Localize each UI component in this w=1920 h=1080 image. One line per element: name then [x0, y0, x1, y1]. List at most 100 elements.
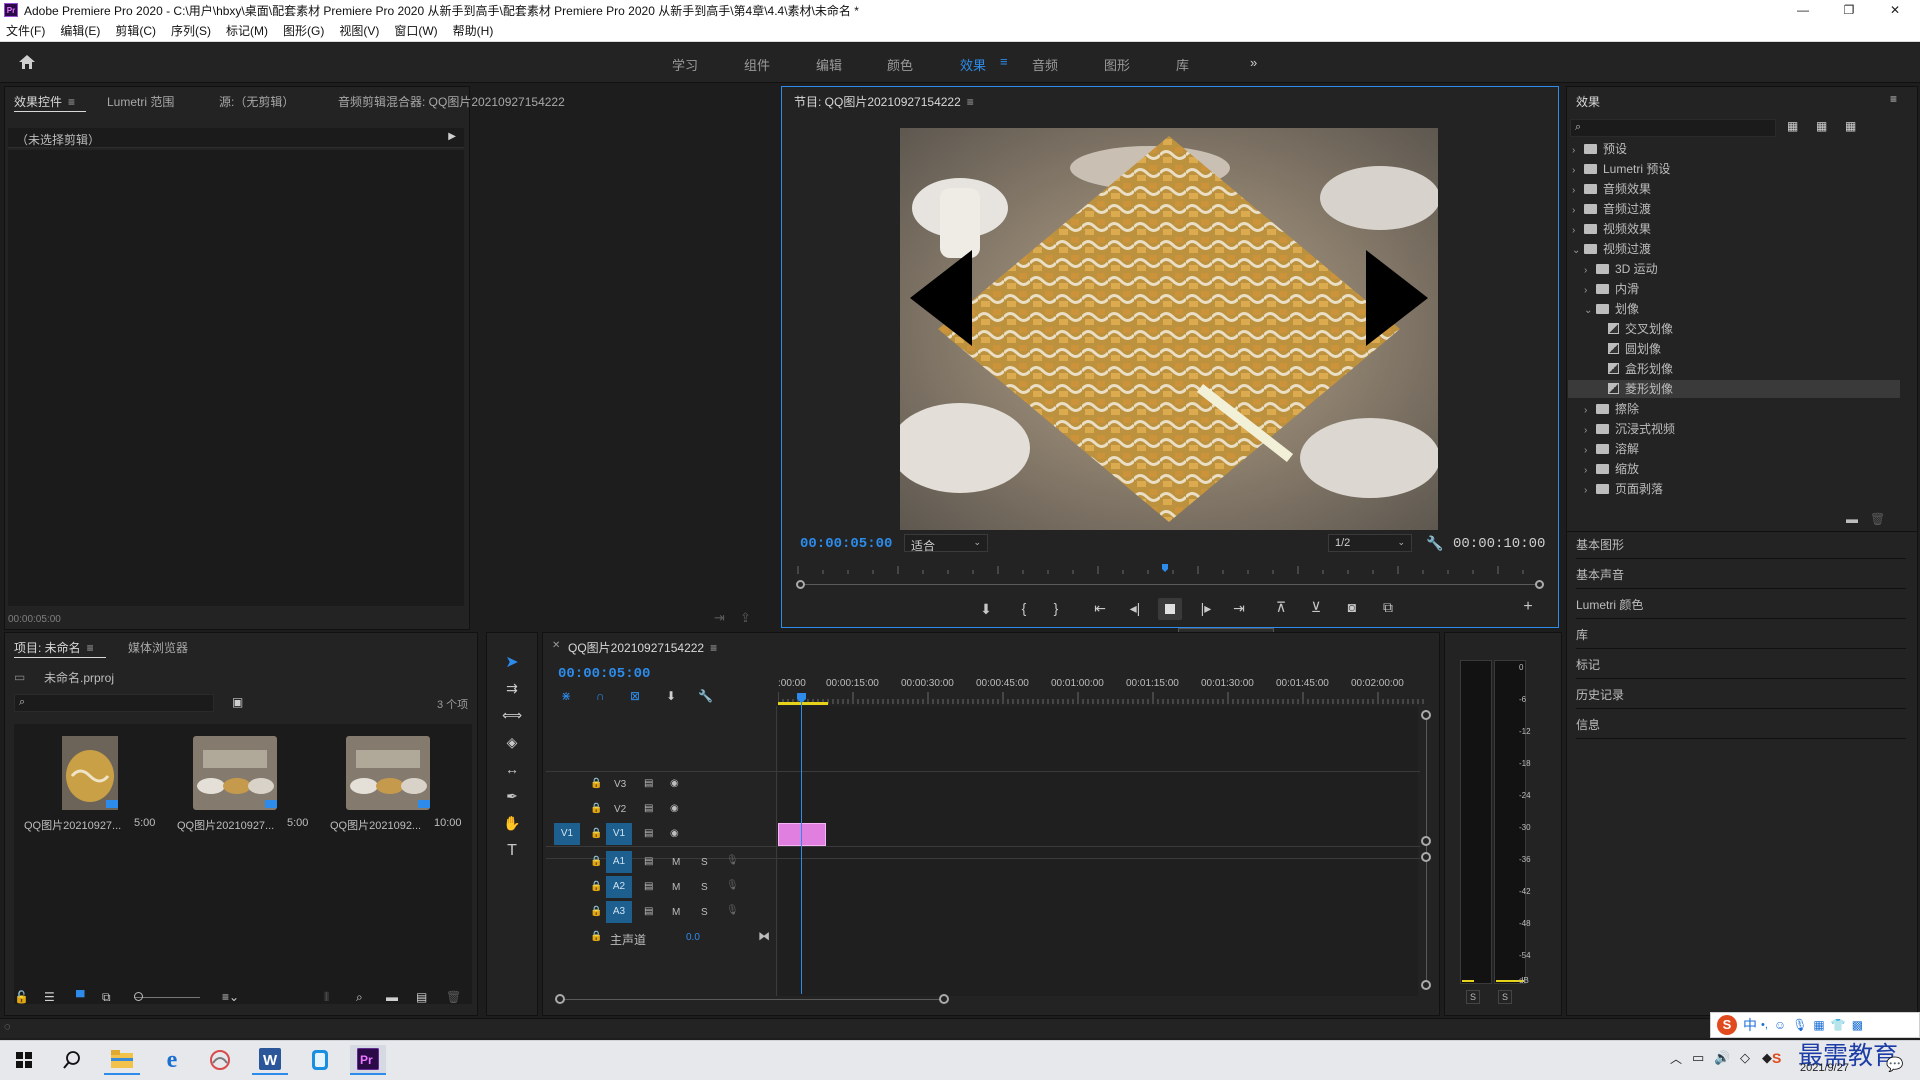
- effect-folder[interactable]: › 缩放: [1568, 460, 1900, 478]
- voice-icon[interactable]: 🎙: [1792, 1018, 1807, 1032]
- zoom-slider[interactable]: [134, 997, 200, 998]
- lock-icon[interactable]: 🔒: [590, 828, 602, 839]
- network-icon[interactable]: ▭: [1692, 1050, 1704, 1066]
- effect-folder[interactable]: › 3D 运动: [1568, 260, 1900, 278]
- mute-button[interactable]: M: [672, 857, 680, 868]
- new-bin-from-search-icon[interactable]: ▣: [232, 695, 243, 709]
- extract-button[interactable]: ⊻: [1304, 599, 1328, 616]
- trash-icon[interactable]: 🗑: [1870, 512, 1885, 526]
- new-bin-icon[interactable]: ▬: [1846, 512, 1858, 526]
- track-label[interactable]: A3: [606, 901, 632, 923]
- lock-icon[interactable]: 🔒: [590, 778, 602, 789]
- ime-toolbar[interactable]: S 中 •, ☺ 🎙 ▦ 👕 ▩: [1710, 1012, 1920, 1038]
- sync-lock-icon[interactable]: ▤: [644, 881, 653, 892]
- trash-icon[interactable]: 🗑: [446, 990, 461, 1004]
- sort-icon[interactable]: ≡⌄: [222, 990, 239, 1004]
- menu-file[interactable]: 文件(F): [6, 22, 45, 39]
- tab-project[interactable]: 项目: 未命名 ≡: [14, 639, 94, 656]
- icon-view-icon[interactable]: ▀: [76, 990, 85, 1004]
- sync-lock-icon[interactable]: ▤: [644, 803, 653, 814]
- video-clip[interactable]: [778, 823, 826, 846]
- section-history[interactable]: 历史记录: [1576, 681, 1906, 709]
- new-item-icon[interactable]: ▤: [416, 990, 427, 1004]
- linked-selection-icon[interactable]: ⊠: [630, 689, 640, 703]
- menu-help[interactable]: 帮助(H): [453, 22, 494, 39]
- track-label[interactable]: V2: [614, 804, 626, 815]
- word-icon[interactable]: W: [252, 1045, 288, 1075]
- chevron-right-icon[interactable]: ›: [1572, 162, 1584, 180]
- scroll-handle[interactable]: [1421, 836, 1431, 846]
- chevron-right-icon[interactable]: ›: [1584, 462, 1596, 480]
- chevron-right-icon[interactable]: ›: [1584, 482, 1596, 500]
- tab-source[interactable]: 源:（无剪辑）: [219, 93, 294, 110]
- mark-out-button[interactable]: }: [1044, 600, 1068, 616]
- workspace-graphics[interactable]: 图形: [1104, 55, 1130, 74]
- keyboard-icon[interactable]: ▦: [1813, 1018, 1824, 1032]
- workspace-effects[interactable]: 效果: [960, 55, 986, 74]
- razor-tool-icon[interactable]: ◈: [500, 734, 524, 751]
- workspace-menu-icon[interactable]: ≡: [1000, 54, 1008, 69]
- effect-item[interactable]: 圆划像: [1568, 340, 1900, 358]
- track-label[interactable]: A1: [606, 851, 632, 873]
- menu-edit[interactable]: 编辑(E): [60, 22, 100, 39]
- ime-mode[interactable]: 中: [1743, 1015, 1757, 1035]
- effect-folder[interactable]: › 页面剥落: [1568, 480, 1900, 498]
- menu-graphics[interactable]: 图形(G): [283, 22, 324, 39]
- yuv-effects-icon[interactable]: ▦: [1845, 119, 1856, 133]
- solo-right-button[interactable]: S: [1498, 990, 1512, 1004]
- lock-icon[interactable]: 🔒: [590, 881, 602, 892]
- horizontal-scrollbar[interactable]: [560, 999, 944, 1000]
- mark-in-button[interactable]: {: [1012, 600, 1036, 616]
- skin-icon[interactable]: 👕: [1831, 1018, 1846, 1032]
- effects-search-input[interactable]: ⌕: [1570, 119, 1776, 137]
- tab-media-browser[interactable]: 媒体浏览器: [128, 639, 188, 656]
- add-marker-button[interactable]: ⬇: [974, 601, 998, 618]
- section-essential-graphics[interactable]: 基本图形: [1576, 531, 1906, 559]
- workspace-color[interactable]: 颜色: [887, 55, 913, 74]
- close-sequence-icon[interactable]: ✕: [552, 640, 560, 651]
- chevron-down-icon[interactable]: ⌄: [1572, 242, 1584, 260]
- accelerated-effects-icon[interactable]: ▦: [1787, 119, 1798, 133]
- effect-folder[interactable]: ⌄ 视频过渡: [1568, 240, 1900, 258]
- compare-view-button[interactable]: ⧉: [1376, 599, 1400, 616]
- lock-icon[interactable]: 🔒: [590, 803, 602, 814]
- mic-icon[interactable]: 🎙: [726, 905, 739, 916]
- 32bit-effects-icon[interactable]: ▦: [1816, 119, 1827, 133]
- go-to-in-button[interactable]: ⇤: [1088, 600, 1112, 617]
- program-video-frame[interactable]: [900, 128, 1438, 530]
- effect-folder[interactable]: › 沉浸式视频: [1568, 420, 1900, 438]
- volume-icon[interactable]: 🔊: [1714, 1050, 1730, 1066]
- project-item-thumbnail[interactable]: [193, 736, 277, 810]
- go-to-out-button[interactable]: ⇥: [1227, 600, 1251, 617]
- program-monitor-title[interactable]: 节目: QQ图片20210927154222 ≡: [794, 93, 974, 110]
- workspace-editing[interactable]: 编辑: [816, 55, 842, 74]
- program-scrubber-ruler[interactable]: [794, 564, 1540, 578]
- tray-chevron-up-icon[interactable]: ︿: [1670, 1050, 1682, 1067]
- step-forward-button[interactable]: |▸: [1194, 600, 1218, 617]
- step-back-button[interactable]: ◂|: [1123, 600, 1147, 617]
- export-frame-camera-icon[interactable]: ◙: [1340, 599, 1364, 615]
- premiere-taskbar-icon[interactable]: Pr: [350, 1045, 386, 1075]
- effect-item[interactable]: 菱形划像: [1568, 380, 1900, 398]
- expand-arrow-icon[interactable]: ▶: [448, 131, 456, 142]
- sync-lock-icon[interactable]: ▤: [644, 906, 653, 917]
- solo-button[interactable]: S: [701, 857, 708, 868]
- workspace-assembly[interactable]: 组件: [744, 55, 770, 74]
- effect-folder[interactable]: › 音频效果: [1568, 180, 1900, 198]
- new-bin-icon[interactable]: ▬: [386, 990, 398, 1004]
- wrench-settings-icon[interactable]: 🔧: [1426, 535, 1443, 552]
- tab-effect-controls[interactable]: 效果控件 ≡: [14, 93, 75, 110]
- sync-lock-icon[interactable]: ▤: [644, 828, 653, 839]
- section-essential-sound[interactable]: 基本声音: [1576, 561, 1906, 589]
- project-item-thumbnail[interactable]: [48, 736, 132, 810]
- chevron-right-icon[interactable]: ›: [1572, 182, 1584, 200]
- mic-icon[interactable]: 🎙: [726, 880, 739, 891]
- effect-item[interactable]: 交叉划像: [1568, 320, 1900, 338]
- chevron-right-icon[interactable]: ›: [1572, 142, 1584, 160]
- sequence-tab[interactable]: QQ图片20210927154222 ≡: [568, 639, 717, 656]
- add-button-plus-icon[interactable]: +: [1516, 598, 1540, 616]
- section-lumetri-color[interactable]: Lumetri 颜色: [1576, 591, 1906, 619]
- windows-start-icon[interactable]: [6, 1045, 42, 1075]
- track-label[interactable]: V3: [614, 779, 626, 790]
- track-label[interactable]: A2: [606, 876, 632, 898]
